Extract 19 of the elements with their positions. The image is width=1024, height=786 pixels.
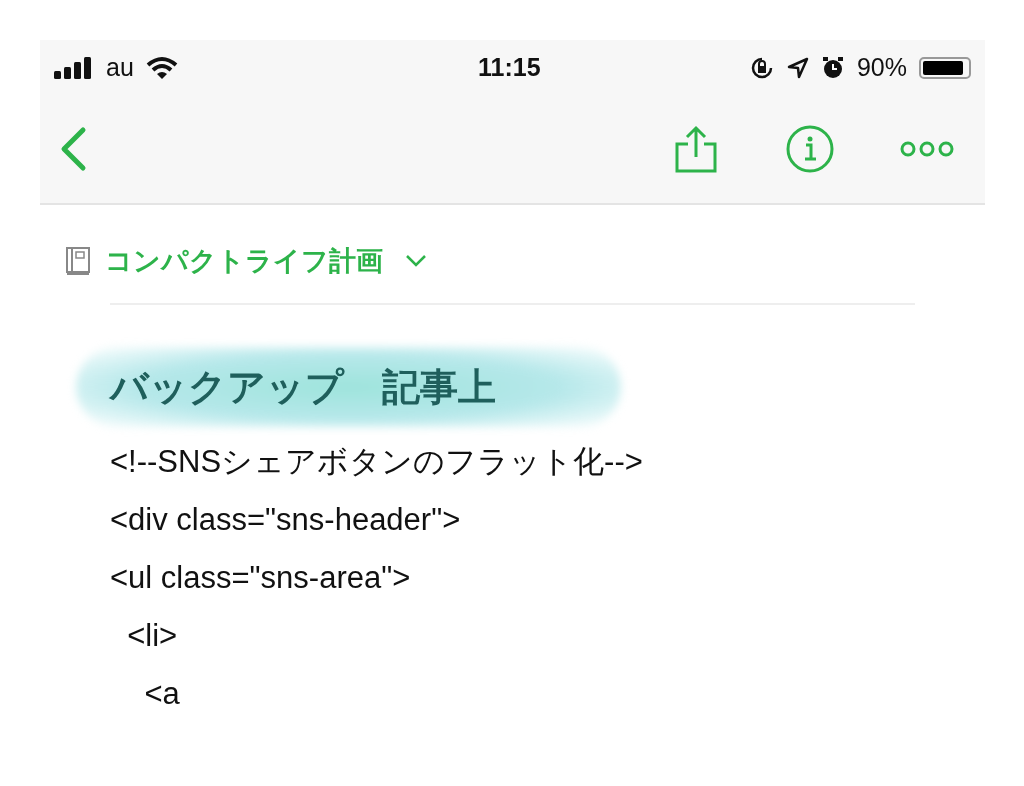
wifi-icon xyxy=(145,55,178,80)
signal-icon xyxy=(54,56,94,79)
status-time: 11:15 xyxy=(478,53,541,82)
battery-icon xyxy=(919,56,971,79)
code-line: <li> xyxy=(126,617,178,655)
code-line: <a xyxy=(143,675,180,713)
notebook-selector[interactable]: コンパクトライフ計画 xyxy=(105,243,427,279)
carrier-name: au xyxy=(106,53,134,82)
code-line: <ul class="sns-area"> xyxy=(110,559,411,597)
location-icon xyxy=(786,56,809,79)
alarm-icon xyxy=(820,55,845,80)
battery-percent: 90% xyxy=(856,53,907,82)
more-button[interactable] xyxy=(899,140,955,158)
code-line: <!--SNSシェアボタンのフラット化--> xyxy=(110,443,643,481)
notebook-icon xyxy=(65,246,91,276)
info-button[interactable] xyxy=(785,124,835,174)
note-heading: バックアップ 記事上 xyxy=(110,363,496,411)
code-line: <div class="sns-header"> xyxy=(110,501,461,539)
chevron-down-icon xyxy=(405,254,427,268)
